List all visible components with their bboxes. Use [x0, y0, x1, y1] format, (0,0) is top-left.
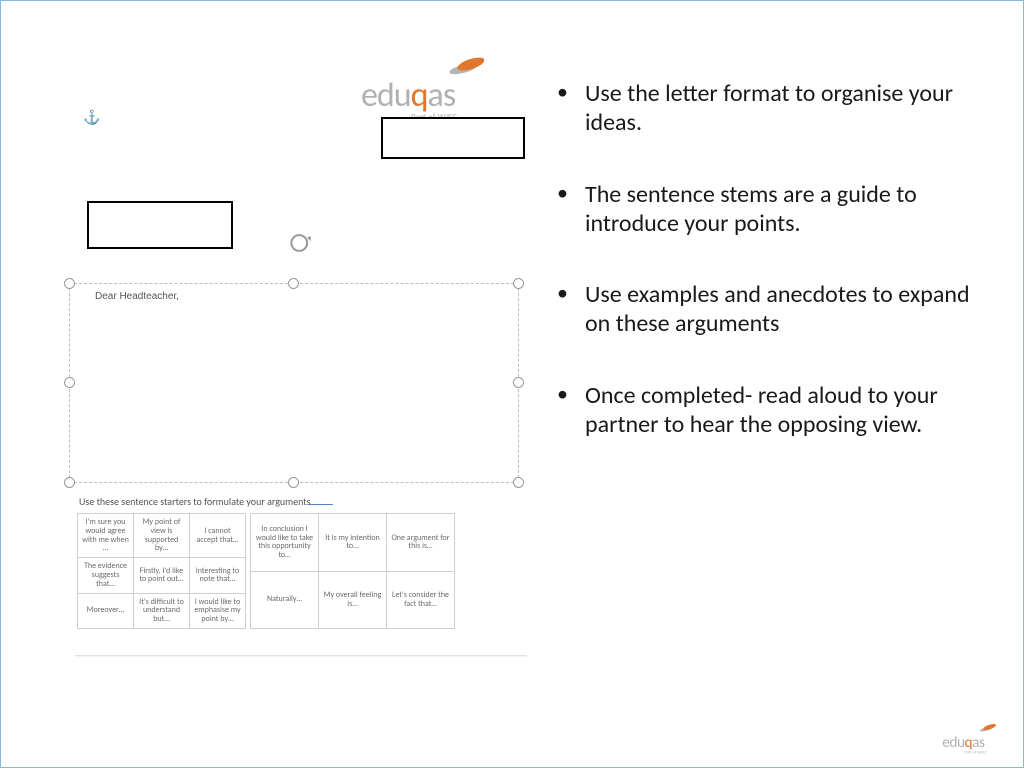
resize-handle[interactable]: [513, 377, 524, 388]
bullet-item: Use examples and anecdotes to expand on …: [543, 280, 983, 339]
starter-table-1: I'm sure you would agree with me when …M…: [77, 513, 246, 629]
bullet-item: Use the letter format to organise your i…: [543, 79, 983, 138]
bullet-item: Once completed- read aloud to your partn…: [543, 381, 983, 440]
eduqas-logo-top: eduqas Part of WJEC: [361, 53, 497, 123]
resize-handle[interactable]: [64, 377, 75, 388]
instruction-bullets: Use the letter format to organise your i…: [543, 79, 983, 481]
slide: ⚓ eduqas Part of WJEC Dear Headteacher,: [0, 0, 1024, 768]
letter-salutation: Dear Headteacher,: [95, 291, 179, 302]
resize-handle[interactable]: [288, 477, 299, 488]
sentence-starter-tables: I'm sure you would agree with me when …M…: [77, 513, 455, 629]
selection-frame[interactable]: [69, 283, 519, 483]
resize-handle[interactable]: [64, 477, 75, 488]
empty-box-top: [381, 117, 525, 159]
resize-handle[interactable]: [513, 477, 524, 488]
anchor-icon: ⚓: [83, 109, 100, 126]
empty-box-left: [87, 201, 233, 249]
starters-intro: Use these sentence starters to formulate…: [79, 495, 333, 508]
starter-table-2: In conclusion I would like to take this …: [250, 513, 455, 629]
eduqas-logo-bottom: eduqas Part of WJEC: [942, 722, 1005, 755]
resize-handle[interactable]: [288, 278, 299, 289]
resize-handle[interactable]: [64, 278, 75, 289]
rotate-icon: [287, 229, 315, 257]
worksheet-panel: ⚓ eduqas Part of WJEC Dear Headteacher,: [65, 57, 517, 697]
horizontal-rule: [75, 655, 527, 656]
resize-handle[interactable]: [513, 278, 524, 289]
bullet-item: The sentence stems are a guide to introd…: [543, 180, 983, 239]
